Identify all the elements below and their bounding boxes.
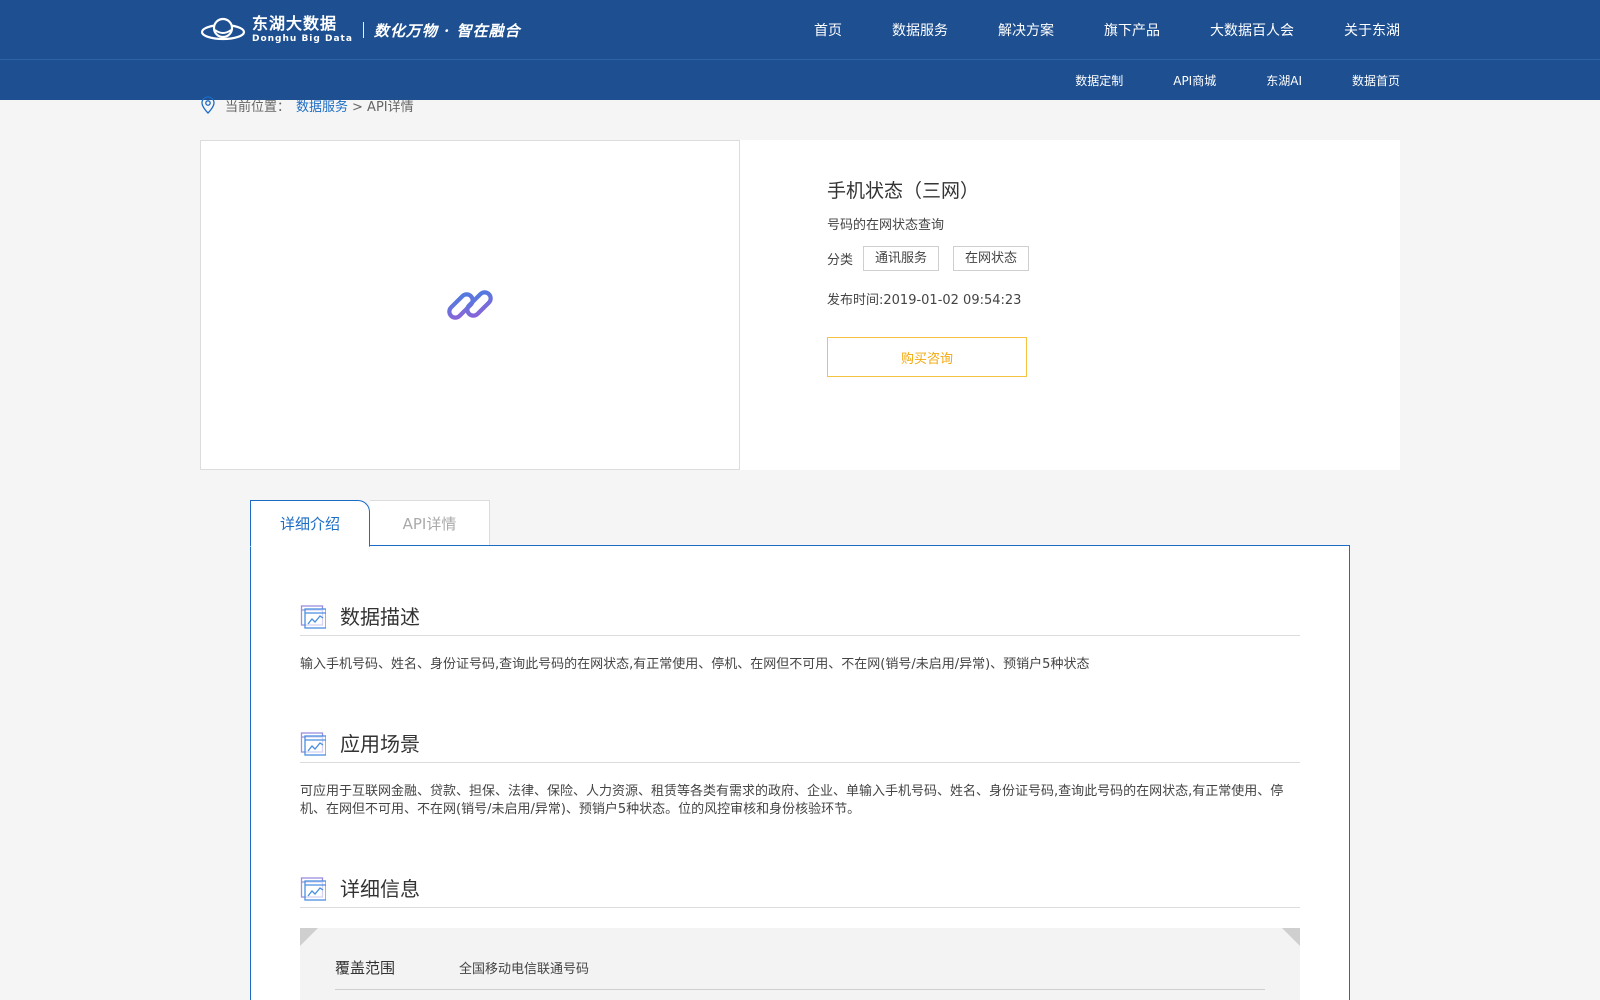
section-details: 详细信息 bbox=[300, 868, 1300, 908]
product-panel: 手机状态（三网） 号码的在网状态查询 分类 通讯服务 在网状态 发布时间:201… bbox=[200, 140, 1400, 470]
buy-consult-button[interactable]: 购买咨询 bbox=[827, 337, 1027, 377]
subnav-donghu-ai[interactable]: 东湖AI bbox=[1266, 72, 1302, 89]
nav-solutions[interactable]: 解决方案 bbox=[998, 20, 1054, 40]
section-text: 可应用于互联网金融、贷款、担保、法律、保险、人力资源、租赁等各类有需求的政府、企… bbox=[300, 784, 1284, 817]
product-subtitle: 号码的在网状态查询 bbox=[827, 218, 945, 233]
subnav-api-mall[interactable]: API商城 bbox=[1173, 72, 1216, 89]
sub-navbar: 数据定制 API商城 东湖AI 数据首页 bbox=[0, 60, 1600, 100]
category-row: 分类 通讯服务 在网状态 bbox=[827, 246, 1043, 271]
section-use-cases: 应用场景 可应用于互联网金融、贷款、担保、法律、保险、人力资源、租赁等各类有需求… bbox=[300, 723, 1300, 819]
breadcrumb-link[interactable]: 数据服务 bbox=[296, 96, 348, 115]
location-pin-icon bbox=[201, 96, 215, 114]
chain-link-icon bbox=[447, 290, 493, 320]
breadcrumb: 当前位置： 数据服务 > API详情 bbox=[200, 96, 414, 115]
table-row: 覆盖范围 全国移动电信联通号码 bbox=[335, 946, 1265, 990]
main-nav: 首页 数据服务 解决方案 旗下产品 大数据百人会 关于东湖 bbox=[764, 0, 1400, 60]
detail-tabs: 详细介绍 API详情 bbox=[250, 500, 490, 547]
chart-window-icon bbox=[300, 876, 326, 901]
brand: 东湖大数据 Donghu Big Data bbox=[252, 16, 353, 44]
section-title: 数据描述 bbox=[340, 605, 420, 629]
breadcrumb-prefix: 当前位置： bbox=[225, 99, 291, 115]
slogan: 数化万物 · 智在融合 bbox=[373, 21, 521, 40]
sub-nav: 数据定制 API商城 东湖AI 数据首页 bbox=[1025, 60, 1400, 100]
section-title: 详细信息 bbox=[340, 877, 420, 901]
section-header: 详细信息 bbox=[300, 868, 1300, 908]
nav-about[interactable]: 关于东湖 bbox=[1344, 20, 1400, 40]
top-navbar: 东湖大数据 Donghu Big Data 数化万物 · 智在融合 首页 数据服… bbox=[0, 0, 1600, 60]
category-tag[interactable]: 在网状态 bbox=[953, 246, 1030, 271]
logo-divider bbox=[362, 22, 364, 38]
planet-logo-icon bbox=[200, 17, 246, 41]
product-title: 手机状态（三网） bbox=[827, 180, 980, 202]
nav-big-data-club[interactable]: 大数据百人会 bbox=[1210, 20, 1294, 40]
brand-name-cn: 东湖大数据 bbox=[252, 14, 338, 33]
brand-name-en: Donghu Big Data bbox=[252, 34, 353, 44]
tab-content: 数据描述 输入手机号码、姓名、身份证号码,查询此号码的在网状态,有正常使用、停机… bbox=[250, 545, 1350, 1000]
detail-table: 覆盖范围 全国移动电信联通号码 bbox=[300, 928, 1300, 1000]
section-data-description: 数据描述 输入手机号码、姓名、身份证号码,查询此号码的在网状态,有正常使用、停机… bbox=[300, 596, 1300, 674]
publish-time: 发布时间:2019-01-02 09:54:23 bbox=[827, 293, 1022, 308]
detail-value: 全国移动电信联通号码 bbox=[459, 962, 590, 977]
product-image bbox=[200, 140, 740, 470]
chart-window-icon bbox=[300, 604, 326, 629]
section-header: 数据描述 bbox=[300, 596, 1300, 636]
tab-detail-intro[interactable]: 详细介绍 bbox=[250, 500, 370, 547]
section-text: 输入手机号码、姓名、身份证号码,查询此号码的在网状态,有正常使用、停机、在网但不… bbox=[300, 657, 1090, 672]
table-corner bbox=[1282, 928, 1300, 946]
table-corner bbox=[300, 928, 318, 946]
subnav-data-custom[interactable]: 数据定制 bbox=[1075, 72, 1123, 89]
section-title: 应用场景 bbox=[340, 732, 420, 756]
tab-api-detail[interactable]: API详情 bbox=[370, 500, 490, 546]
section-header: 应用场景 bbox=[300, 723, 1300, 763]
nav-home[interactable]: 首页 bbox=[814, 20, 842, 40]
nav-products[interactable]: 旗下产品 bbox=[1104, 20, 1160, 40]
detail-key: 覆盖范围 bbox=[335, 959, 396, 977]
logo[interactable]: 东湖大数据 Donghu Big Data 数化万物 · 智在融合 bbox=[200, 14, 521, 46]
subnav-data-home[interactable]: 数据首页 bbox=[1352, 72, 1400, 89]
breadcrumb-current: > API详情 bbox=[352, 99, 414, 115]
category-label: 分类 bbox=[827, 253, 854, 268]
category-tag[interactable]: 通讯服务 bbox=[863, 246, 940, 271]
chart-window-icon bbox=[300, 731, 326, 756]
nav-data-services[interactable]: 数据服务 bbox=[892, 20, 948, 40]
